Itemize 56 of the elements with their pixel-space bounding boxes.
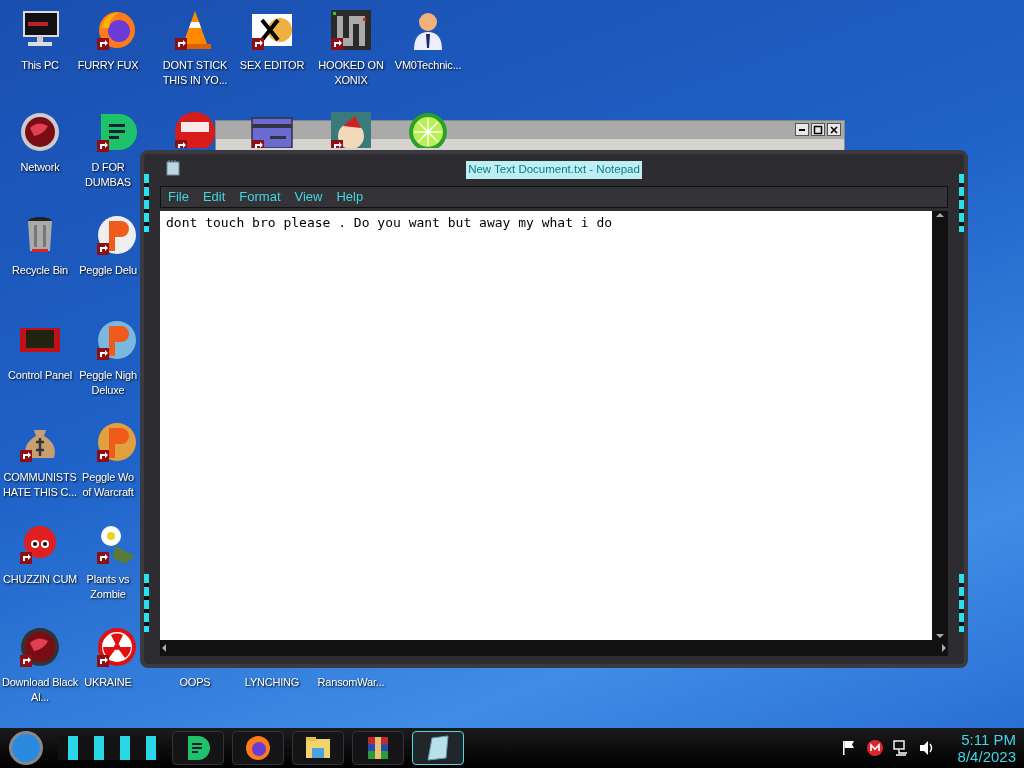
scroll-up-icon[interactable] (936, 211, 944, 219)
icon-label: This PC (20, 58, 60, 73)
minimize-button[interactable] (795, 123, 809, 136)
taskbar-button[interactable] (232, 731, 284, 765)
maze-icon[interactable] (329, 8, 373, 52)
icon-label: COMMUNISTS HATE THIS C... (2, 470, 78, 500)
icon-label: RansomWar... (316, 675, 386, 690)
icon-label: OOPS (178, 675, 212, 690)
clock-date: 8/4/2023 (957, 748, 1016, 765)
taskbar-button[interactable] (292, 731, 344, 765)
maximize-button[interactable] (811, 123, 825, 136)
icon-label: SEX EDITOR (238, 58, 306, 73)
menu-item[interactable]: Help (329, 187, 371, 207)
icon-label: Recycle Bin (11, 263, 69, 278)
icon-label: LYNCHING (243, 675, 301, 690)
peggle-icon[interactable] (95, 420, 139, 464)
fox-icon (244, 734, 272, 762)
notepad-icon (166, 160, 180, 176)
icon-label: Peggle Nigh Deluxe (78, 368, 138, 398)
minimize-icon (798, 128, 806, 131)
maximize-icon (813, 124, 823, 135)
network-icon[interactable] (891, 739, 910, 757)
icon-label: D FOR DUMBAS (84, 160, 132, 190)
scroll-left-icon[interactable] (160, 644, 168, 652)
icon-label: VM0Technic... (393, 58, 463, 73)
close-icon (829, 124, 839, 135)
icon-label: Peggle Wo of Warcraft (81, 470, 135, 500)
icon-label: UKRAINE (83, 675, 133, 690)
icon-label: DONT STICK THIS IN YO... (161, 58, 229, 88)
clock-time: 5:11 PM (960, 731, 1016, 748)
radiation-icon[interactable] (95, 625, 139, 669)
icon-label: Peggle Delu (78, 263, 138, 278)
icon-label: HOOKED ON XONIX (317, 58, 385, 88)
icon-label: Download Black Al... (1, 675, 79, 705)
taskbar-button[interactable] (352, 731, 404, 765)
notepad-icon (424, 734, 452, 762)
start-button[interactable] (8, 730, 44, 766)
menu-item[interactable]: Edit (195, 187, 233, 207)
horizontal-scrollbar[interactable] (160, 640, 948, 656)
window-title: New Text Document.txt - Notepad (466, 161, 642, 179)
gnome-icon[interactable] (329, 110, 373, 148)
icon-label: Plants vs Zombie (85, 572, 131, 602)
taskbar-button[interactable] (172, 731, 224, 765)
peggle-icon[interactable] (95, 318, 139, 362)
close-button[interactable] (827, 123, 841, 136)
menu-item[interactable]: Format (232, 187, 288, 207)
peggle-icon[interactable] (95, 213, 139, 257)
menu-item[interactable]: File (161, 187, 196, 207)
icon-label: CHUZZIN CUM (1, 572, 79, 587)
vertical-scrollbar[interactable] (932, 211, 948, 640)
icon-label: Control Panel (6, 368, 74, 383)
text-area[interactable]: dont touch bro please . Do you want but away my what i do (160, 211, 932, 640)
icon-label: FURRY FUX (77, 58, 139, 73)
scroll-right-icon[interactable] (940, 644, 948, 652)
icon-label: Network (19, 160, 61, 175)
menu-item[interactable]: View (287, 187, 330, 207)
